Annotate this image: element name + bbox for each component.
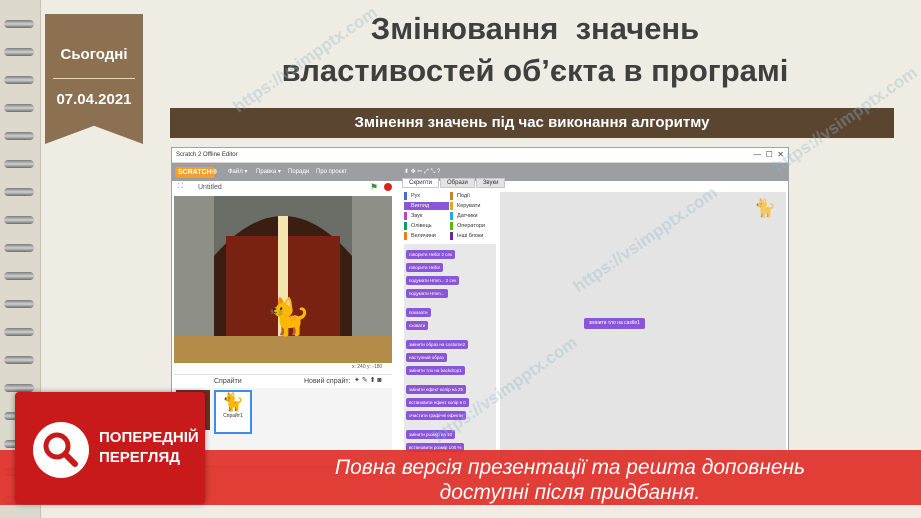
scratch-logo[interactable]: SCRATCH xyxy=(175,167,215,178)
title-line-2: властивостей об’єкта в програмі xyxy=(281,53,789,88)
block-think-secs[interactable]: подумати Hmm... 2 сек xyxy=(406,276,460,285)
category-data[interactable]: Величини xyxy=(404,232,436,240)
block-categories: Рух Вигляд Звук Олівець Величини Події К… xyxy=(404,192,494,244)
menu-file[interactable]: Файл ▾ xyxy=(228,163,247,181)
category-more-blocks[interactable]: Інші блоки xyxy=(450,232,483,240)
menu-about[interactable]: Про проєкт xyxy=(316,163,347,181)
sprite-corner-icon: 🐈 xyxy=(753,198,776,218)
block-switch-backdrop[interactable]: змінити тло на backdrop1 xyxy=(406,366,465,375)
today-label: Сьогодні xyxy=(60,46,128,63)
window-titlebar: Scratch 2 Offline Editor — ☐ ✕ xyxy=(172,148,788,163)
project-title[interactable]: Untitled xyxy=(198,184,222,191)
window-controls[interactable]: — ☐ ✕ xyxy=(753,148,784,162)
block-palette: говорити Hello! 2 сек говорити Hello! по… xyxy=(404,244,496,466)
cat-thumbnail-icon: 🐈 xyxy=(221,392,245,412)
globe-icon[interactable]: ◍ xyxy=(212,163,217,181)
green-flag-icon[interactable]: ⚑ xyxy=(370,182,378,193)
sprites-label: Спрайти xyxy=(214,378,242,385)
stop-icon[interactable] xyxy=(384,183,392,191)
stage[interactable]: 🐈 xyxy=(174,196,392,363)
preview-badge: ПОПЕРЕДНІЙ ПЕРЕГЛЯД xyxy=(15,392,205,504)
block-change-size[interactable]: змінити розмір на 10 xyxy=(406,430,456,439)
new-sprite-icons[interactable]: ✦ ✎ ⬆ ◙ xyxy=(354,376,382,384)
category-operators[interactable]: Оператори xyxy=(450,222,485,230)
window-title: Scratch 2 Offline Editor xyxy=(176,152,238,158)
category-control[interactable]: Керувати xyxy=(450,202,480,210)
cat-sprite-icon[interactable]: 🐈 xyxy=(266,296,311,338)
sprite-thumbnail[interactable]: 🐈 Спрайт1 xyxy=(214,390,252,434)
script-block-switch-backdrop[interactable]: змінити тло на castle1 xyxy=(584,318,645,329)
block-clear-effects[interactable]: очистити графічні ефекти xyxy=(406,411,466,420)
tab-sounds[interactable]: Звуки xyxy=(475,178,506,188)
block-say-secs[interactable]: говорити Hello! 2 сек xyxy=(406,250,455,259)
block-set-effect[interactable]: встановити ефект колір в 0 xyxy=(406,398,469,407)
date-value: 07.04.2021 xyxy=(56,91,132,108)
preview-label-line-1: ПОПЕРЕДНІЙ xyxy=(99,429,199,446)
block-think[interactable]: подумати Hmm... xyxy=(406,289,448,298)
new-sprite-label: Новий спрайт: xyxy=(304,378,351,385)
script-area[interactable]: змінити тло на castle1 🐈 xyxy=(500,192,786,466)
category-sensing[interactable]: Датчики xyxy=(450,212,478,220)
banner-message-line-1: Повна версія презентації та решта доповн… xyxy=(334,456,806,479)
banner-message: Повна версія презентації та решта доповн… xyxy=(220,455,920,505)
banner-message-line-2: доступні після придбання. xyxy=(439,481,701,504)
block-hide[interactable]: сховати xyxy=(406,321,429,330)
block-change-effect[interactable]: змінити ефект колір на 25 xyxy=(406,385,467,394)
tab-scripts[interactable]: Скрипти xyxy=(402,178,439,188)
category-sound[interactable]: Звук xyxy=(404,212,422,220)
category-looks[interactable]: Вигляд xyxy=(404,202,449,210)
magnifier-icon xyxy=(33,422,89,478)
editor-tabs: Скрипти Образи Звуки xyxy=(402,178,506,190)
coordinate-readout: x: 240 y: -180 xyxy=(352,364,383,370)
stage-header: ⛶ Untitled ⚑ xyxy=(174,182,394,196)
tab-costumes[interactable]: Образи xyxy=(440,178,475,188)
block-say[interactable]: говорити Hello! xyxy=(406,263,444,272)
block-next-costume[interactable]: наступний образ xyxy=(406,353,447,362)
category-motion[interactable]: Рух xyxy=(404,192,420,200)
category-pen[interactable]: Олівець xyxy=(404,222,432,230)
fullscreen-icon[interactable]: ⛶ xyxy=(178,183,183,191)
title-line-1: Змінювання значень xyxy=(370,11,700,46)
category-events[interactable]: Події xyxy=(450,192,470,200)
block-switch-costume[interactable]: змінити образ на costume2 xyxy=(406,340,469,349)
sprite-name: Спрайт1 xyxy=(223,413,243,419)
block-show[interactable]: показати xyxy=(406,308,431,317)
date-tab: Сьогодні 07.04.2021 xyxy=(45,14,143,144)
subtitle-bar: Змінення значень під час виконання алгор… xyxy=(170,108,894,138)
menu-tips[interactable]: Поради xyxy=(288,163,309,181)
preview-label-line-2: ПЕРЕГЛЯД xyxy=(99,449,180,466)
scratch-window: Scratch 2 Offline Editor — ☐ ✕ SCRATCH ◍… xyxy=(171,147,789,467)
menu-edit[interactable]: Правка ▾ xyxy=(256,163,281,181)
sprites-header: Спрайти Новий спрайт: ✦ ✎ ⬆ ◙ xyxy=(174,374,392,389)
slide-title: Змінювання значень властивостей об’єкта … xyxy=(190,8,880,92)
